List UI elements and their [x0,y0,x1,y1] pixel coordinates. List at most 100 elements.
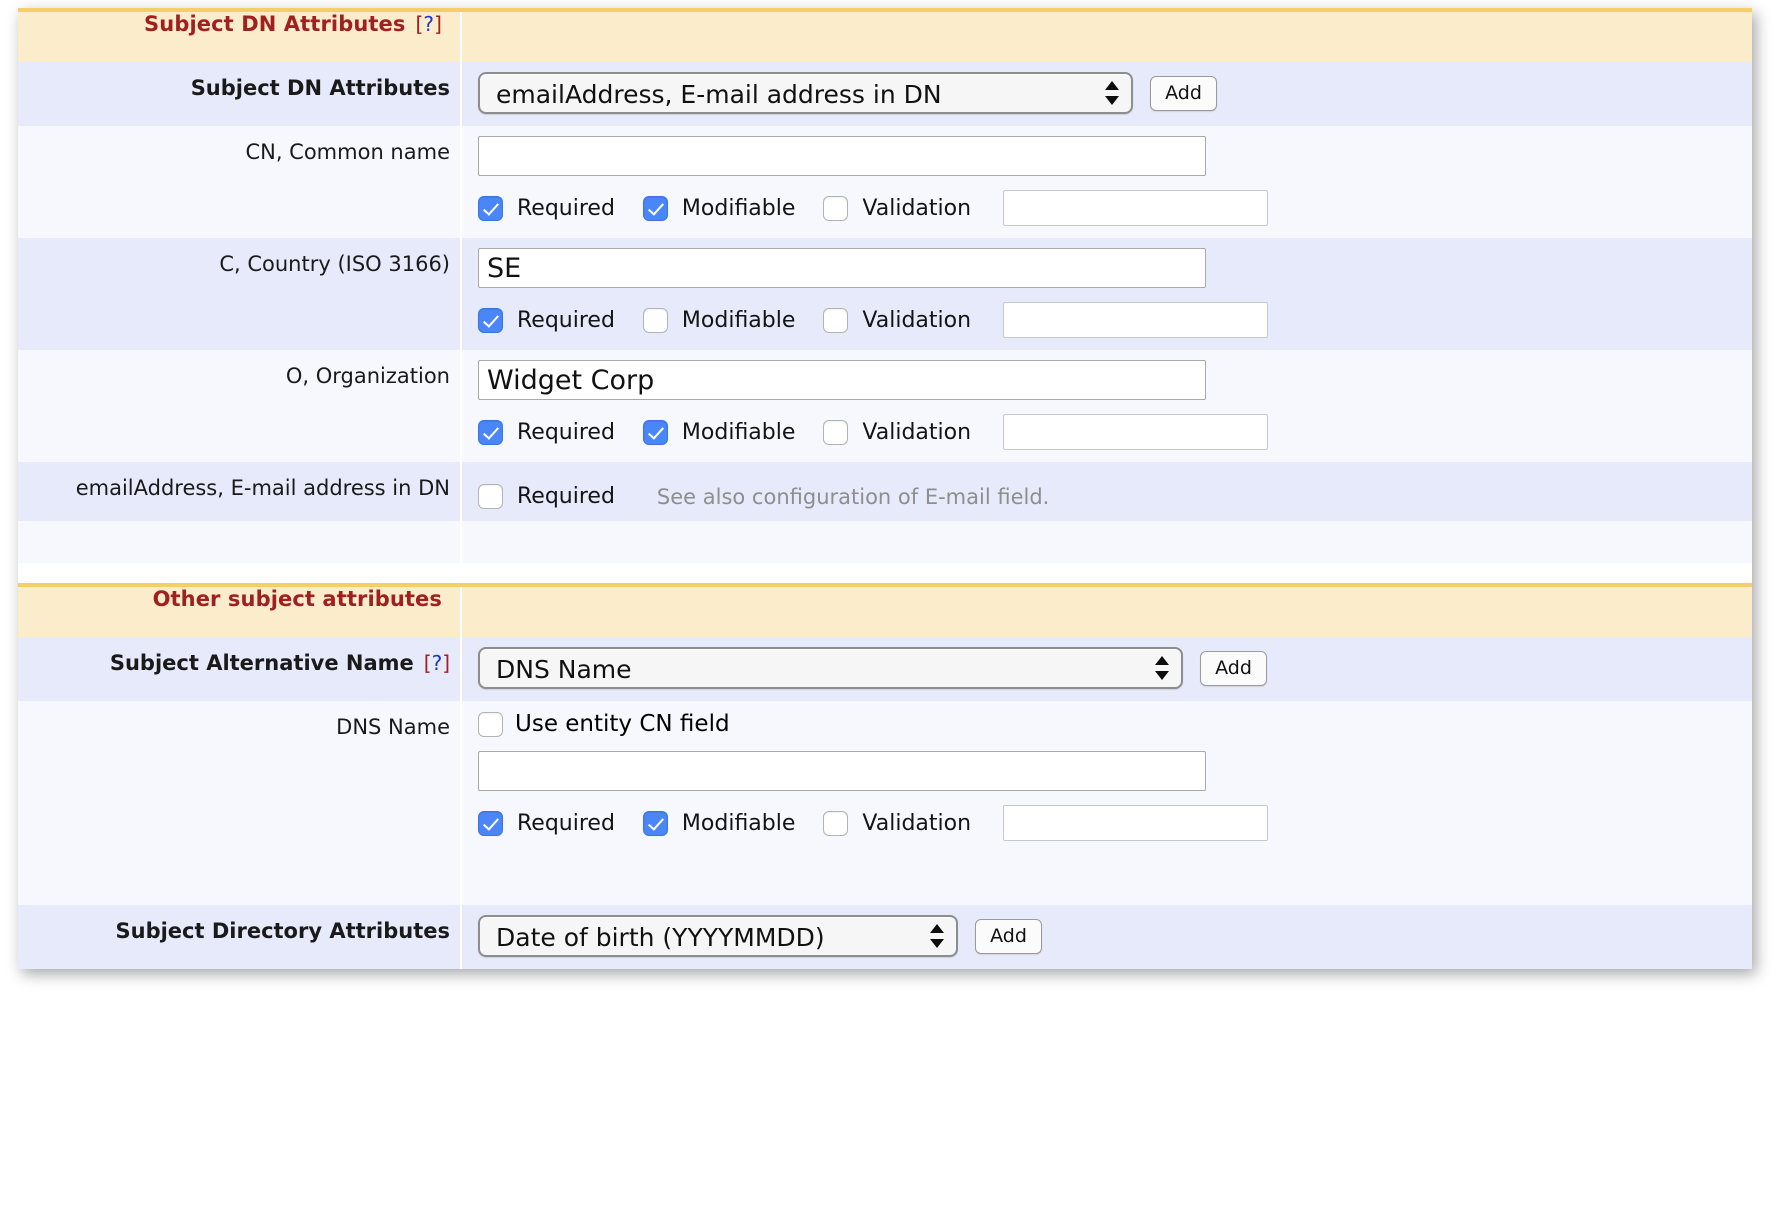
row-subject-directory-attributes: Subject Directory Attributes Date of bir… [18,905,1752,969]
subject-directory-attributes-select[interactable]: Date of birth (YYYYMMDD) [478,915,958,957]
dns-modifiable-checkbox[interactable] [643,811,668,836]
c-country-validation-checkbox[interactable] [823,308,848,333]
c-country-options: Required Modifiable Validation [478,302,1742,338]
row-o-organization: O, Organization Required Modifiable Vali… [18,350,1752,462]
field-cn-common-name: Required Modifiable Validation [461,126,1752,238]
field-subject-alternative-name: DNS Name Add [461,637,1752,701]
dns-validation-checkbox[interactable] [823,811,848,836]
dns-modifiable-label: Modifiable [682,811,795,836]
label-subject-alternative-name: Subject Alternative Name [110,651,414,675]
row-c-country: C, Country (ISO 3166) Required Modifiabl… [18,238,1752,350]
c-country-input[interactable] [478,248,1206,288]
row-subject-alternative-name: Subject Alternative Name [?] DNS Name Add [18,637,1752,701]
c-country-modifiable-checkbox[interactable] [643,308,668,333]
help-link-subject-dn[interactable]: [?] [415,12,442,36]
o-organization-input[interactable] [478,360,1206,400]
o-organization-required-checkbox[interactable] [478,420,503,445]
san-help-bracket-close: ] [442,651,450,675]
section-header-spacer [461,10,1752,62]
use-entity-cn-row: Use entity CN field [478,711,1742,737]
label-email-address-dn: emailAddress, E-mail address in DN [18,462,461,521]
dns-validation-input[interactable] [1003,805,1268,841]
label-subject-directory-attributes: Subject Directory Attributes [18,905,461,969]
cn-validation-checkbox[interactable] [823,196,848,221]
section-header-other-subject: Other subject attributes [18,585,1752,637]
field-o-organization: Required Modifiable Validation [461,350,1752,462]
dns-validation-label: Validation [862,811,971,836]
label-cn-common-name: CN, Common name [18,126,461,238]
subject-alternative-name-select-wrap: DNS Name [478,647,1183,689]
email-address-options: Required See also configuration of E-mai… [478,484,1742,509]
label-dns-name: DNS Name [18,701,461,853]
o-organization-validation-checkbox[interactable] [823,420,848,445]
subject-dn-attributes-select-wrap: emailAddress, E-mail address in DN [478,72,1133,114]
field-email-address-dn: Required See also configuration of E-mai… [461,462,1752,521]
label-c-country: C, Country (ISO 3166) [18,238,461,350]
subject-attributes-form: Subject DN Attributes [?] Subject DN Attr… [18,8,1752,969]
subject-alternative-name-select[interactable]: DNS Name [478,647,1183,689]
o-organization-modifiable-label: Modifiable [682,420,795,445]
email-required-label: Required [517,484,615,509]
cn-required-checkbox[interactable] [478,196,503,221]
dns-required-label: Required [517,811,615,836]
row-email-address-dn: emailAddress, E-mail address in DN Requi… [18,462,1752,521]
use-entity-cn-checkbox[interactable] [478,712,503,737]
field-subject-directory-attributes: Date of birth (YYYYMMDD) Add [461,905,1752,969]
field-c-country: Required Modifiable Validation [461,238,1752,350]
section-title-cell-other: Other subject attributes [18,585,461,637]
filler-other-label-cell [18,853,461,905]
cn-modifiable-label: Modifiable [682,196,795,221]
c-country-modifiable-label: Modifiable [682,308,795,333]
dns-name-options: Required Modifiable Validation [478,805,1742,841]
section-gap-right [461,563,1752,585]
help-bracket-close: ] [434,12,442,36]
email-note: See also configuration of E-mail field. [657,485,1049,509]
subject-directory-attributes-select-wrap: Date of birth (YYYYMMDD) [478,915,958,957]
filler-dn-field-cell [461,521,1752,563]
o-organization-validation-label: Validation [862,420,971,445]
cn-modifiable-checkbox[interactable] [643,196,668,221]
section-title-cell: Subject DN Attributes [?] [18,10,461,62]
field-dns-name: Use entity CN field Required Modifiable … [461,701,1752,853]
cn-validation-label: Validation [862,196,971,221]
dns-required-checkbox[interactable] [478,811,503,836]
subject-dn-attributes-select[interactable]: emailAddress, E-mail address in DN [478,72,1133,114]
label-o-organization: O, Organization [18,350,461,462]
add-subject-dn-button[interactable]: Add [1150,76,1217,111]
o-organization-options: Required Modifiable Validation [478,414,1742,450]
cn-validation-input[interactable] [1003,190,1268,226]
row-filler-dn [18,521,1752,563]
field-subject-dn-selector: emailAddress, E-mail address in DN Add [461,62,1752,126]
o-organization-validation-input[interactable] [1003,414,1268,450]
email-required-checkbox[interactable] [478,484,503,509]
c-country-required-checkbox[interactable] [478,308,503,333]
row-dns-name: DNS Name Use entity CN field Required Mo… [18,701,1752,853]
o-organization-required-label: Required [517,420,615,445]
help-question-mark: ? [423,12,434,36]
cn-common-name-input[interactable] [478,136,1206,176]
cn-required-label: Required [517,196,615,221]
c-country-validation-input[interactable] [1003,302,1268,338]
san-help-question-mark: ? [432,651,443,675]
section-header-subject-dn: Subject DN Attributes [?] [18,10,1752,62]
section-gap-left [18,563,461,585]
add-subject-alternative-name-button[interactable]: Add [1200,651,1267,686]
add-subject-directory-attributes-button[interactable]: Add [975,919,1042,954]
section-header-spacer-other [461,585,1752,637]
c-country-required-label: Required [517,308,615,333]
help-link-subject-alternative-name[interactable]: [?] [424,651,450,675]
san-help-bracket-open: [ [424,651,432,675]
dns-name-input[interactable] [478,751,1206,791]
use-entity-cn-label: Use entity CN field [515,711,730,737]
filler-other-field-cell [461,853,1752,905]
row-cn-common-name: CN, Common name Required Modifiable Vali… [18,126,1752,238]
settings-page: Subject DN Attributes [?] Subject DN Attr… [18,8,1752,969]
section-gap [18,563,1752,585]
label-subject-dn-attributes: Subject DN Attributes [18,62,461,126]
section-title-subject-dn: Subject DN Attributes [144,12,405,36]
c-country-validation-label: Validation [862,308,971,333]
section-title-other-subject: Other subject attributes [153,587,442,611]
o-organization-modifiable-checkbox[interactable] [643,420,668,445]
label-subject-alternative-name-cell: Subject Alternative Name [?] [18,637,461,701]
cn-options: Required Modifiable Validation [478,190,1742,226]
